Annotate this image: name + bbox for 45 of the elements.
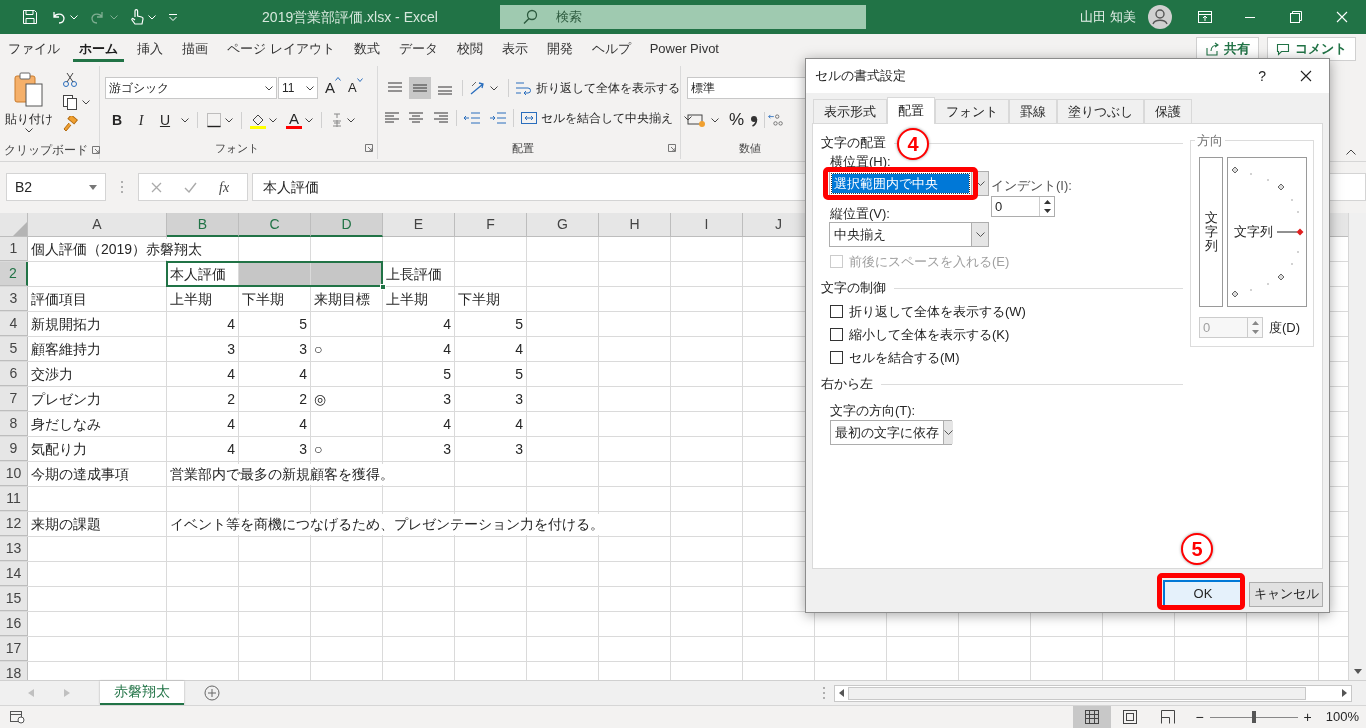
cell-number: 3 (443, 439, 452, 459)
cell-number: 3 (299, 339, 308, 359)
group-label: クリップボード (4, 142, 88, 159)
checkbox-label: 縮小して全体を表示する(K) (849, 325, 1010, 344)
zoom-level: 100% (1325, 708, 1359, 727)
cell-number: 4 (227, 439, 236, 459)
dial-label: 文字列 (1234, 223, 1273, 242)
field-label: 縦位置(V): (830, 206, 890, 222)
checkbox-label: 前後にスペースを入れる(E) (849, 252, 1010, 271)
cell-number: 5 (299, 314, 308, 334)
field-label: インデント(I): (991, 178, 1072, 193)
section-heading: 右から左 (821, 375, 873, 394)
cell-number: 2 (299, 389, 308, 409)
section-heading: 文字の制御 (821, 279, 886, 298)
cell-number: 5 (443, 364, 452, 384)
user-name: 山田 知美 (1080, 8, 1136, 27)
checkbox-label: セルを結合する(M) (849, 348, 960, 367)
group-label: 数値 (739, 140, 761, 156)
group-label: フォント (215, 140, 259, 156)
window-title: 2019営業部評価.xlsx - Excel (261, 7, 439, 27)
group-label: 配置 (512, 140, 534, 156)
cell-number: 4 (443, 339, 452, 359)
cell-number: 4 (227, 414, 236, 434)
cell-number: 3 (515, 439, 524, 459)
cell-number: 3 (299, 439, 308, 459)
cell-number: 4 (515, 339, 524, 359)
cell-text: 個人評価（2019）赤磐翔太 (28, 238, 205, 260)
cell-number: 4 (227, 364, 236, 384)
section-heading: 文字の配置 (821, 134, 886, 153)
cell-number: 3 (443, 389, 452, 409)
cell-number: 5 (515, 314, 524, 334)
cell-number: 4 (299, 414, 308, 434)
cell-number: 4 (227, 314, 236, 334)
field-label: 文字の方向(T): (830, 403, 916, 418)
cell-number: 4 (299, 364, 308, 384)
cell-number: 2 (227, 389, 236, 409)
checkbox-label: 折り返して全体を表示する(W) (849, 302, 1026, 321)
field-label: 度(D) (1269, 318, 1301, 337)
degrees-spinner: 0 (1199, 317, 1263, 338)
cell-number: 3 (515, 389, 524, 409)
cell-number: 3 (227, 339, 236, 359)
cell-number: 5 (515, 364, 524, 384)
cell-number: 4 (443, 314, 452, 334)
cell-number: 4 (515, 414, 524, 434)
cell-number: 4 (443, 414, 452, 434)
